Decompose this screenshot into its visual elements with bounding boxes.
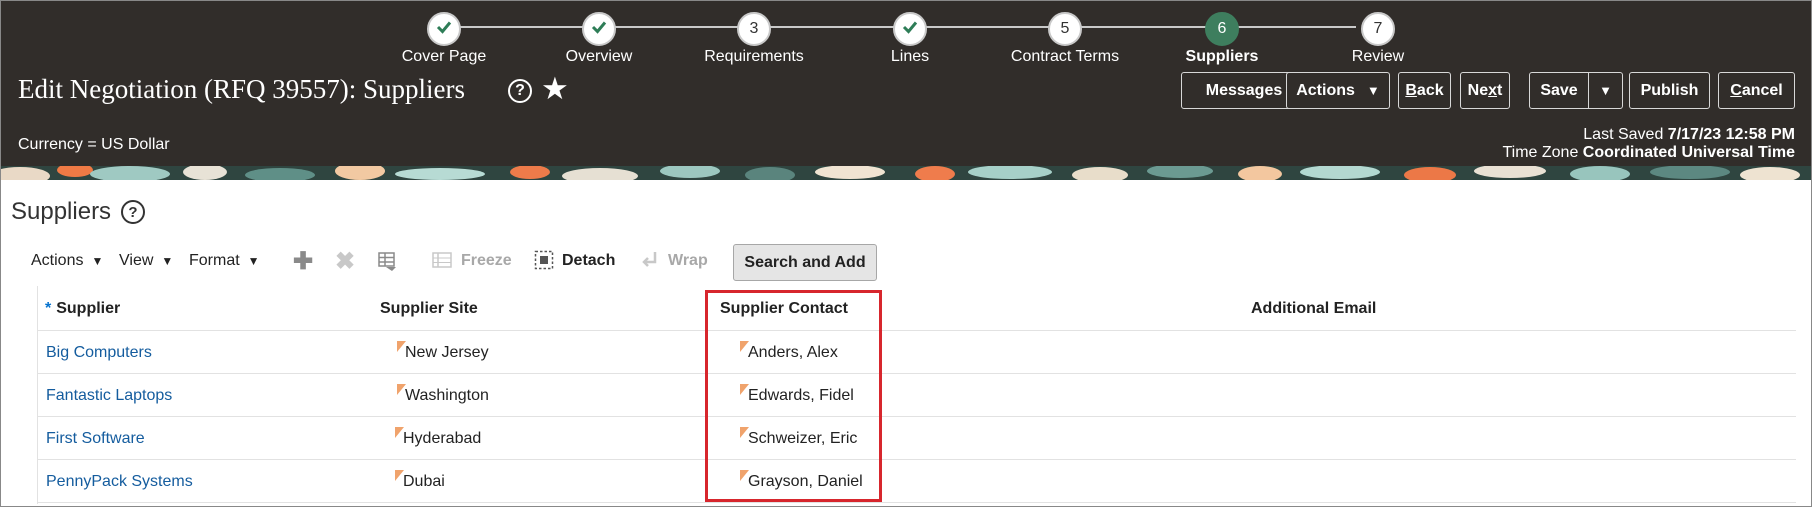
save-button[interactable]: Save bbox=[1529, 72, 1589, 109]
suppliers-table: * Supplier Supplier Site Supplier Contact… bbox=[18, 286, 1796, 504]
supplier-link[interactable]: PennyPack Systems bbox=[46, 460, 193, 503]
decorative-banner bbox=[0, 166, 1812, 180]
back-button[interactable]: Back bbox=[1398, 72, 1451, 109]
supplier-site-value: Washington bbox=[397, 383, 489, 405]
check-icon bbox=[900, 17, 920, 42]
toolbar-actions-menu[interactable]: Actions ▼ bbox=[31, 252, 103, 270]
supplier-link[interactable]: Fantastic Laptops bbox=[46, 374, 172, 417]
column-header-additional-email[interactable]: Additional Email bbox=[1251, 300, 1376, 318]
step-requirements-circle[interactable]: 3 bbox=[737, 12, 771, 46]
question-circle-icon[interactable]: ? bbox=[508, 79, 532, 103]
step-lines-label[interactable]: Lines bbox=[830, 48, 990, 66]
page-title: Edit Negotiation (RFQ 39557): Suppliers bbox=[18, 74, 465, 104]
supplier-site-value: Hyderabad bbox=[395, 426, 481, 448]
supplier-site-cell: Hyderabad bbox=[395, 417, 481, 460]
plus-icon[interactable]: ✚ bbox=[293, 250, 313, 274]
actions-menu-button[interactable]: Actions ▼ bbox=[1286, 72, 1390, 109]
detach-icon[interactable] bbox=[534, 250, 554, 275]
freeze-button: Freeze bbox=[461, 252, 512, 269]
supplier-site-cell: Dubai bbox=[395, 460, 445, 503]
required-icon: * bbox=[45, 300, 52, 317]
table-row[interactable]: Fantastic Laptops Washington Edwards, Fi… bbox=[38, 374, 1796, 417]
detach-button[interactable]: Detach bbox=[562, 252, 615, 270]
publish-button[interactable]: Publish bbox=[1629, 72, 1710, 109]
column-header-supplier[interactable]: * Supplier bbox=[45, 300, 120, 318]
supplier-site-value: New Jersey bbox=[397, 340, 489, 362]
caret-down-icon: ▼ bbox=[161, 254, 174, 268]
check-icon bbox=[589, 17, 609, 42]
step-suppliers-circle: 6 bbox=[1205, 12, 1239, 46]
table-row[interactable]: First Software Hyderabad Schweizer, Eric bbox=[38, 417, 1796, 460]
supplier-contact-highlight-box bbox=[705, 290, 882, 502]
step-overview-circle[interactable] bbox=[582, 12, 616, 46]
time-zone: Time Zone Coordinated Universal Time bbox=[1502, 144, 1795, 161]
next-button[interactable]: Ne x t bbox=[1460, 72, 1510, 109]
caret-down-icon: ▼ bbox=[91, 254, 104, 268]
currency-label: Currency = US Dollar bbox=[18, 136, 170, 153]
freeze-icon bbox=[432, 250, 452, 275]
search-and-add-button[interactable]: Search and Add bbox=[733, 244, 877, 281]
step-contract-terms-label[interactable]: Contract Terms bbox=[985, 48, 1145, 66]
supplier-site-cell: New Jersey bbox=[397, 331, 489, 374]
last-saved: Last Saved 7/17/23 12:58 PM bbox=[1583, 126, 1795, 143]
toolbar-view-menu[interactable]: View ▼ bbox=[119, 252, 173, 270]
supplier-site-value: Dubai bbox=[395, 469, 445, 491]
table-filter-icon[interactable] bbox=[376, 250, 400, 279]
x-icon: ✖ bbox=[335, 248, 356, 275]
caret-down-icon: ▼ bbox=[1599, 83, 1612, 98]
save-menu-button[interactable]: ▼ bbox=[1588, 72, 1623, 109]
step-review-circle[interactable]: 7 bbox=[1361, 12, 1395, 46]
toolbar-format-menu[interactable]: Format ▼ bbox=[189, 252, 260, 270]
caret-down-icon: ▼ bbox=[247, 254, 260, 268]
supplier-link[interactable]: First Software bbox=[46, 417, 145, 460]
star-icon[interactable]: ★ bbox=[541, 72, 569, 106]
page-header: Cover Page Overview 3 Requirements Lines… bbox=[0, 0, 1812, 166]
step-cover-page-circle[interactable] bbox=[427, 12, 461, 46]
section-title: Suppliers bbox=[11, 198, 112, 225]
table-row[interactable]: PennyPack Systems Dubai Grayson, Daniel bbox=[38, 460, 1796, 503]
step-review-label[interactable]: Review bbox=[1298, 48, 1458, 66]
step-requirements-label[interactable]: Requirements bbox=[674, 48, 834, 66]
column-header-supplier-site[interactable]: Supplier Site bbox=[380, 300, 478, 318]
step-contract-terms-circle[interactable]: 5 bbox=[1048, 12, 1082, 46]
step-suppliers-label: Suppliers bbox=[1185, 48, 1259, 65]
row-header-column bbox=[18, 286, 38, 504]
wrap-icon bbox=[641, 250, 661, 275]
wrap-button: Wrap bbox=[668, 252, 708, 269]
supplier-link[interactable]: Big Computers bbox=[46, 331, 152, 374]
caret-down-icon: ▼ bbox=[1366, 83, 1380, 98]
supplier-site-cell: Washington bbox=[397, 374, 489, 417]
check-icon bbox=[434, 17, 454, 42]
table-row[interactable]: Big Computers New Jersey Anders, Alex bbox=[38, 331, 1796, 374]
cancel-button[interactable]: Cancel bbox=[1718, 72, 1795, 109]
step-lines-circle[interactable] bbox=[893, 12, 927, 46]
question-circle-icon[interactable]: ? bbox=[121, 200, 145, 224]
step-overview-label[interactable]: Overview bbox=[519, 48, 679, 66]
step-cover-page-label[interactable]: Cover Page bbox=[364, 48, 524, 66]
